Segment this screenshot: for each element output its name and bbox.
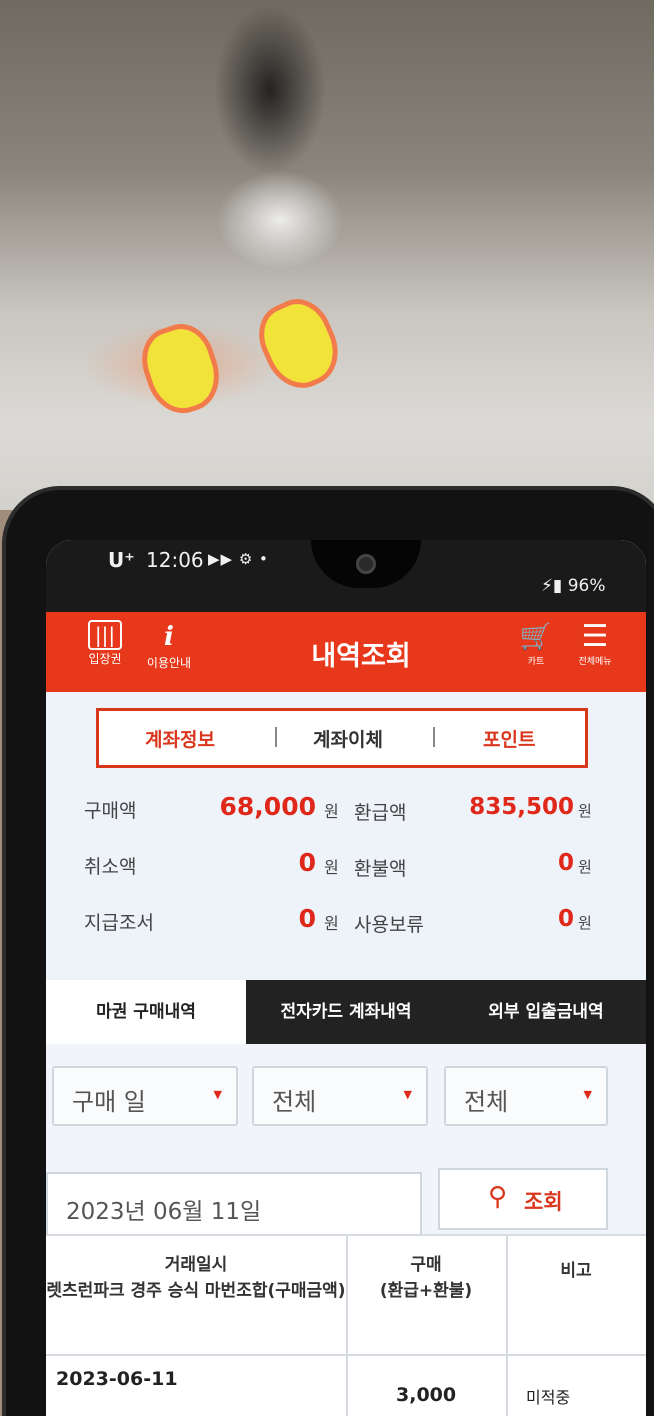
- row-divider: [46, 1354, 646, 1356]
- battery-level: ⚡▮ 96%: [541, 576, 606, 596]
- date-type-select[interactable]: 구매 일 ▼: [52, 1066, 238, 1126]
- tab-divider: [433, 727, 435, 747]
- search-label: 조회: [524, 1190, 563, 1214]
- phone-screen: U⁺ 12:06 ▶▶ ⚙ • ⚡▮ 96% ||| 입장권 i 이용안내 내역…: [46, 540, 646, 1416]
- hold-amount: 0: [557, 906, 574, 932]
- full-menu-label: 전체메뉴: [578, 657, 612, 667]
- status-time: 12:06: [146, 548, 204, 572]
- ticket-label: 입장권: [88, 652, 122, 666]
- filter-value: 전체: [464, 1088, 509, 1116]
- cancel-amount: 0: [298, 848, 316, 877]
- notification-icons: ▶▶ ⚙ •: [208, 550, 269, 568]
- segment-tabs: 계좌정보 계좌이체 포인트: [96, 708, 588, 768]
- barcode-icon: |||: [88, 620, 122, 650]
- background-photo: [0, 0, 654, 520]
- filter-select[interactable]: 전체 ▼: [444, 1066, 608, 1126]
- chevron-down-icon: ▼: [213, 1088, 222, 1101]
- summary-row: 취소액 0 원 환불액 0 원: [84, 848, 604, 884]
- unit-label: 원: [324, 914, 339, 933]
- status-bar: U⁺ 12:06 ▶▶ ⚙ • ⚡▮ 96%: [46, 540, 646, 612]
- guide-button[interactable]: i 이용안내: [138, 620, 200, 671]
- unit-label: 원: [578, 802, 592, 820]
- date-type-value: 구매 일: [72, 1088, 146, 1116]
- purchase-amount: 68,000: [219, 792, 316, 821]
- info-icon: i: [164, 622, 174, 652]
- refund-payout-amount: 835,500: [469, 794, 574, 820]
- full-menu-button[interactable]: ☰ 전체메뉴: [566, 619, 624, 668]
- tab-card-account-history[interactable]: 전자카드 계좌내역: [246, 980, 446, 1044]
- cart-icon: 🛒: [519, 622, 553, 652]
- column-header-note: 비고: [560, 1261, 592, 1281]
- purchase-label: 구매액: [84, 800, 137, 822]
- history-tabs: 마권 구매내역 전자카드 계좌내역 외부 입출금내역: [46, 980, 646, 1044]
- menu-icon: ☰: [581, 619, 609, 654]
- filter-value: 전체: [272, 1088, 317, 1116]
- page-title: 내역조회: [311, 641, 411, 672]
- camera-icon: [356, 554, 376, 574]
- tab-account-info[interactable]: 계좌정보: [145, 725, 215, 752]
- filter-panel: 구매 일 ▼ 전체 ▼ 전체 ▼ 2023년 06월 11일 ⚲ 조회: [46, 1044, 646, 1238]
- cart-button[interactable]: 🛒 카트: [514, 620, 558, 667]
- column-header-date-combo: 거래일시 렛츠런파크 경주 승식 마번조합(구매금액): [46, 1255, 346, 1301]
- unit-label: 원: [324, 802, 339, 821]
- summary-row: 구매액 68,000 원 환급액 835,500 원: [84, 792, 604, 828]
- date-value: 2023년 06월 11일: [66, 1199, 262, 1225]
- unit-label: 원: [578, 858, 592, 876]
- refund-payout-label: 환급액: [354, 802, 407, 824]
- row-divider: [46, 1234, 646, 1236]
- search-button[interactable]: ⚲ 조회: [438, 1168, 608, 1230]
- tab-external-transfer-history[interactable]: 외부 입출금내역: [446, 980, 646, 1044]
- row-date: 2023-06-11: [56, 1368, 178, 1390]
- column-header-purchase: 구매 (환급+환불): [379, 1255, 473, 1301]
- tax-statement-label: 지급조서: [84, 912, 154, 934]
- filter-select[interactable]: 전체 ▼: [252, 1066, 428, 1126]
- search-icon: ⚲: [488, 1182, 508, 1212]
- guide-label: 이용안내: [146, 656, 192, 670]
- tab-account-transfer[interactable]: 계좌이체: [313, 725, 383, 752]
- tab-points[interactable]: 포인트: [483, 725, 535, 752]
- unit-label: 원: [324, 858, 339, 877]
- row-amount: 3,000: [396, 1384, 457, 1406]
- row-note: 미적중: [526, 1388, 571, 1407]
- hold-label: 사용보류: [354, 914, 424, 936]
- carrier-label: U⁺: [108, 548, 135, 572]
- history-table: 거래일시 렛츠런파크 경주 승식 마번조합(구매금액) 구매 (환급+환불) 비…: [46, 1234, 646, 1416]
- phone-frame: U⁺ 12:06 ▶▶ ⚙ • ⚡▮ 96% ||| 입장권 i 이용안내 내역…: [6, 490, 654, 1416]
- refund-amount: 0: [557, 850, 574, 876]
- account-info-panel: 계좌정보 계좌이체 포인트 구매액 68,000 원 환급액 835,500 원…: [46, 692, 646, 980]
- ticket-button[interactable]: ||| 입장권: [78, 620, 132, 667]
- tax-statement-amount: 0: [298, 904, 316, 933]
- chevron-down-icon: ▼: [403, 1088, 412, 1101]
- app-header: ||| 입장권 i 이용안내 내역조회 🛒 카트 ☰ 전체메뉴: [46, 612, 646, 692]
- cart-label: 카트: [527, 657, 545, 667]
- cancel-label: 취소액: [84, 856, 137, 878]
- chevron-down-icon: ▼: [583, 1088, 592, 1101]
- tab-purchase-history[interactable]: 마권 구매내역: [46, 980, 246, 1044]
- date-field[interactable]: 2023년 06월 11일: [46, 1172, 422, 1238]
- summary-row: 지급조서 0 원 사용보류 0 원: [84, 904, 604, 940]
- refund-label: 환불액: [354, 858, 407, 880]
- tab-divider: [275, 727, 277, 747]
- battery-percent: 96%: [567, 576, 606, 596]
- unit-label: 원: [578, 914, 592, 932]
